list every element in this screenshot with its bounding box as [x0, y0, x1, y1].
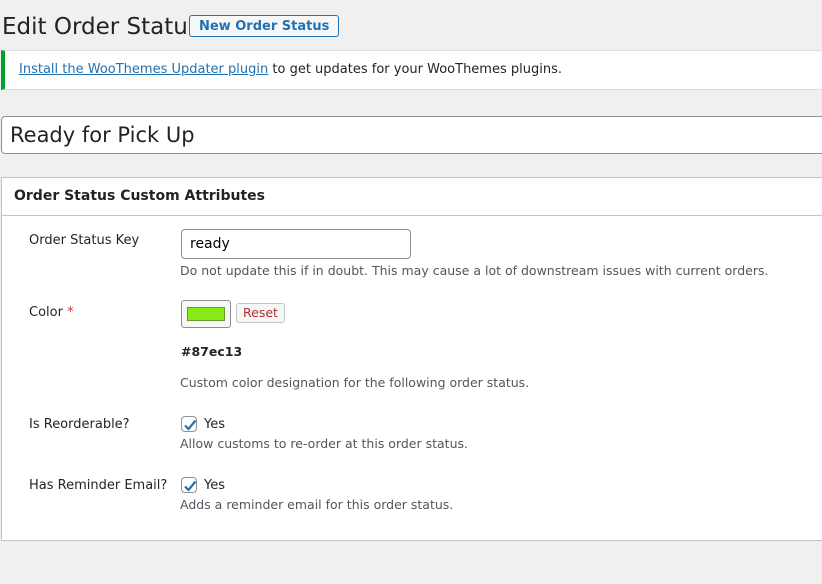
reorderable-description: Allow customs to re-order at this order …: [180, 436, 468, 451]
updater-notice: Install the WooThemes Updater plugin to …: [1, 50, 822, 90]
reorderable-checkbox[interactable]: [181, 416, 197, 432]
reorderable-label: Is Reorderable?: [29, 417, 130, 432]
color-swatch: [187, 307, 225, 321]
order-status-key-label: Order Status Key: [29, 233, 140, 248]
metabox-title: Order Status Custom Attributes: [2, 178, 822, 216]
post-title-input[interactable]: [1, 116, 822, 154]
reorderable-option-label: Yes: [204, 417, 225, 432]
page-title: Edit Order Status: [2, 14, 200, 40]
new-order-status-button[interactable]: New Order Status: [189, 15, 340, 37]
reminder-email-checkbox[interactable]: [181, 477, 197, 493]
checkmark-icon: [184, 480, 197, 492]
color-label-text: Color: [29, 305, 63, 320]
color-picker-button[interactable]: [181, 300, 231, 328]
color-hex-value: #87ec13: [181, 344, 243, 359]
order-status-key-input[interactable]: [181, 229, 411, 259]
notice-text: to get updates for your WooThemes plugin…: [268, 62, 562, 77]
color-description: Custom color designation for the followi…: [180, 375, 530, 390]
order-status-attributes-box: Order Status Custom Attributes Order Sta…: [1, 177, 822, 541]
color-reset-button[interactable]: Reset: [236, 303, 285, 323]
checkmark-icon: [184, 419, 197, 431]
order-status-key-description: Do not update this if in doubt. This may…: [180, 263, 769, 278]
reminder-email-description: Adds a reminder email for this order sta…: [180, 497, 454, 512]
install-updater-link[interactable]: Install the WooThemes Updater plugin: [19, 62, 268, 77]
color-label: Color *: [29, 305, 74, 320]
reminder-email-label: Has Reminder Email?: [29, 478, 168, 493]
reminder-email-option-label: Yes: [204, 478, 225, 493]
required-mark: *: [67, 305, 74, 320]
